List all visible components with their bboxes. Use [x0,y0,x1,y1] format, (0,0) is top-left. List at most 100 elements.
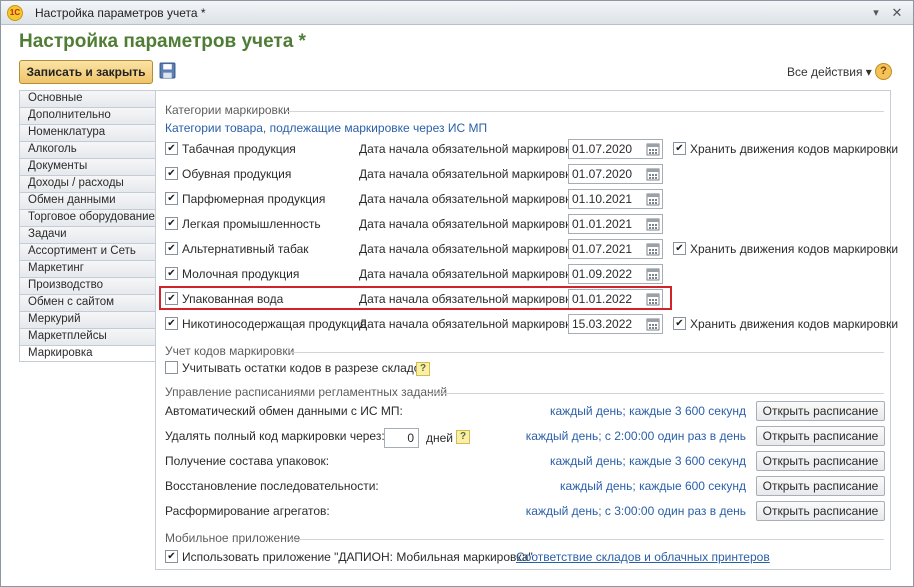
date-start-label: Дата начала обязательной маркировки: [359,192,581,206]
schedule-task-label: Расформирование агрегатов: [165,504,330,518]
sidebar-item[interactable]: Обмен с сайтом [19,294,156,311]
sidebar-item[interactable]: Обмен данными [19,192,156,209]
category-name: Парфюмерная продукция [182,192,326,206]
category-checkbox[interactable] [165,192,178,205]
group-divider [290,352,884,353]
save-and-close-button[interactable]: Записать и закрыть [19,60,153,84]
category-name: Табачная продукция [182,142,296,156]
page-title: Настройка параметров учета * [19,31,306,52]
category-name: Обувная продукция [182,167,292,181]
calendar-icon[interactable] [646,267,660,281]
sidebar-item[interactable]: Задачи [19,226,156,243]
category-checkbox[interactable] [165,317,178,330]
calendar-icon[interactable] [646,142,660,156]
sidebar-item[interactable]: Алкоголь [19,141,156,158]
sidebar-item[interactable]: Маркетинг [19,260,156,277]
keep-movements-checkbox[interactable] [673,242,686,255]
calendar-icon[interactable] [646,317,660,331]
category-name: Никотиносодержащая продукция [182,317,367,331]
keep-movements-label: Хранить движения кодов маркировки [690,317,899,331]
date-value: 01.07.2020 [572,167,633,181]
keep-movements-label: Хранить движения кодов маркировки [690,142,899,156]
schedule-description[interactable]: каждый день; с 2:00:00 один раз в день [526,429,746,443]
date-start-label: Дата начала обязательной маркировки: [359,242,581,256]
date-value: 01.07.2020 [572,142,633,156]
keep-movements-checkbox[interactable] [673,142,686,155]
categories-subtitle: Категории товара, подлежащие маркировке … [165,121,488,135]
window-menu-icon[interactable]: ▾ [867,4,885,22]
info-icon[interactable]: ? [416,362,430,376]
title-bar: 1С Настройка параметров учета * ▾ ✕ [1,1,913,25]
codes-group-title: Учет кодов маркировки [165,344,295,358]
category-checkbox[interactable] [165,167,178,180]
close-icon[interactable]: ✕ [888,4,906,22]
keep-movements-label: Хранить движения кодов маркировки [690,242,899,256]
calendar-icon[interactable] [646,167,660,181]
by-warehouse-label: Учитывать остатки кодов в разрезе складо… [182,361,427,375]
open-schedule-button[interactable]: Открыть расписание [756,401,885,421]
date-start-input[interactable]: 01.07.2020 [568,139,663,159]
calendar-icon[interactable] [646,217,660,231]
date-start-label: Дата начала обязательной маркировки: [359,217,581,231]
mobile-group-title: Мобильное приложение [165,531,301,545]
app-logo-icon: 1С [7,5,23,21]
sidebar-item[interactable]: Ассортимент и Сеть [19,243,156,260]
help-icon[interactable]: ? [875,63,892,80]
sidebar-item[interactable]: Номенклатура [19,124,156,141]
all-actions-menu[interactable]: Все действия ▾ [787,65,872,79]
category-checkbox[interactable] [165,142,178,155]
date-start-input[interactable]: 01.01.2021 [568,214,663,234]
date-value: 15.03.2022 [572,317,633,331]
keep-movements-checkbox[interactable] [673,317,686,330]
open-schedule-button[interactable]: Открыть расписание [756,426,885,446]
schedule-description[interactable]: каждый день; каждые 3 600 секунд [550,404,746,418]
open-schedule-button[interactable]: Открыть расписание [756,476,885,496]
calendar-icon[interactable] [646,242,660,256]
highlight-frame [159,286,672,310]
sidebar-item[interactable]: Маркетплейсы [19,328,156,345]
use-app-label: Использовать приложение "ДАПИОН: Мобильн… [182,550,533,564]
sidebar-item[interactable]: Документы [19,158,156,175]
schedule-description[interactable]: каждый день; с 3:00:00 один раз в день [526,504,746,518]
date-start-label: Дата начала обязательной маркировки: [359,167,581,181]
group-divider [286,111,884,112]
category-checkbox[interactable] [165,267,178,280]
date-value: 01.07.2021 [572,242,633,256]
group-divider [289,539,884,540]
date-start-label: Дата начала обязательной маркировки: [359,142,581,156]
sidebar-item[interactable]: Доходы / расходы [19,175,156,192]
categories-group-title: Категории маркировки [165,103,290,117]
open-schedule-button[interactable]: Открыть расписание [756,451,885,471]
schedule-description[interactable]: каждый день; каждые 600 секунд [560,479,746,493]
date-start-input[interactable]: 15.03.2022 [568,314,663,334]
sidebar-item[interactable]: Меркурий [19,311,156,328]
schedule-description[interactable]: каждый день; каждые 3 600 секунд [550,454,746,468]
days-label: дней [426,431,454,445]
date-start-input[interactable]: 01.10.2021 [568,189,663,209]
sidebar-item[interactable]: Маркировка [19,345,156,362]
open-schedule-button[interactable]: Открыть расписание [756,501,885,521]
sidebar-item[interactable]: Основные [19,90,156,107]
settings-window: 1С Настройка параметров учета * ▾ ✕ Наст… [0,0,914,587]
schedule-task-label: Удалять полный код маркировки через: [165,429,385,443]
date-start-input[interactable]: 01.09.2022 [568,264,663,284]
days-input[interactable]: 0 [384,428,419,448]
calendar-icon[interactable] [646,192,660,206]
schedule-task-label: Восстановление последовательности: [165,479,379,493]
category-checkbox[interactable] [165,242,178,255]
date-value: 01.01.2021 [572,217,633,231]
sidebar-item[interactable]: Торговое оборудование [19,209,156,226]
date-value: 01.09.2022 [572,267,633,281]
sidebar-item[interactable]: Дополнительно [19,107,156,124]
date-start-input[interactable]: 01.07.2020 [568,164,663,184]
sidebar-item[interactable]: Производство [19,277,156,294]
date-start-label: Дата начала обязательной маркировки: [359,267,581,281]
warehouse-printers-link[interactable]: Соответствие складов и облачных принтеро… [516,550,770,564]
by-warehouse-checkbox[interactable] [165,361,178,374]
save-disk-icon[interactable] [159,62,176,79]
date-start-input[interactable]: 01.07.2021 [568,239,663,259]
category-checkbox[interactable] [165,217,178,230]
category-name: Альтернативный табак [182,242,309,256]
use-app-checkbox[interactable] [165,550,178,563]
info-icon[interactable]: ? [456,430,470,444]
